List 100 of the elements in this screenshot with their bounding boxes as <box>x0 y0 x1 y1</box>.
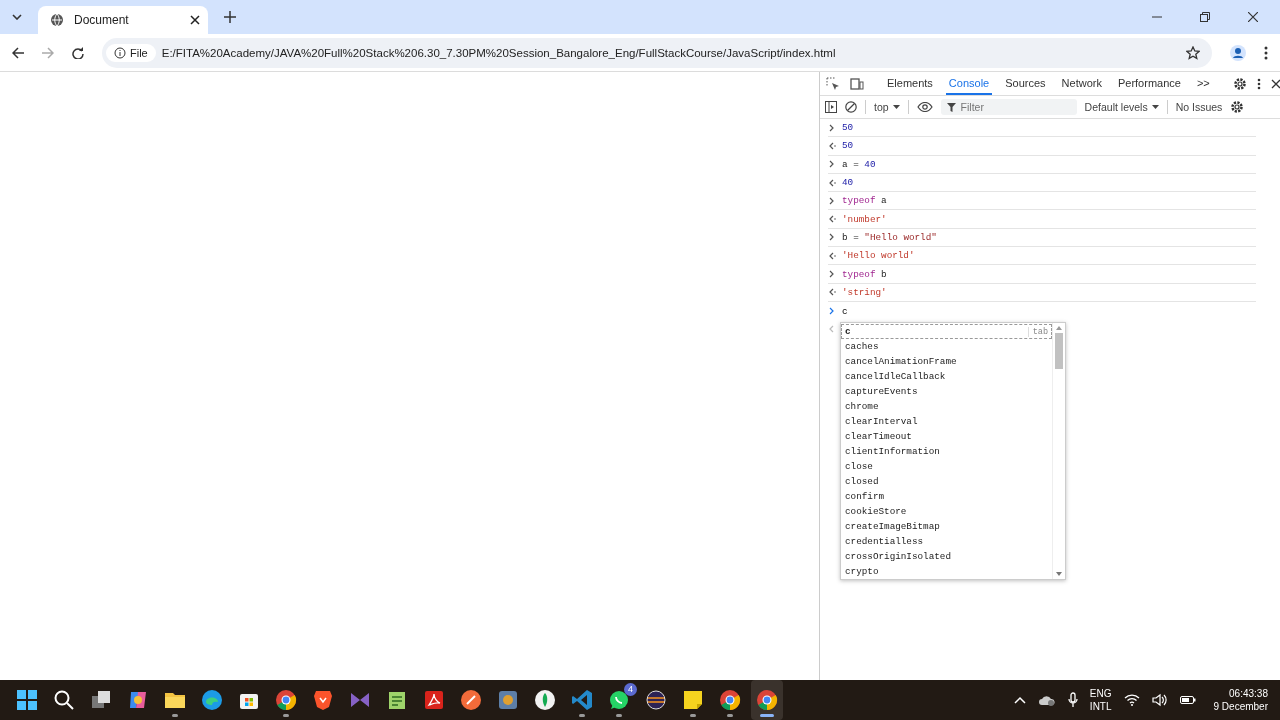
tab-title: Document <box>74 13 130 27</box>
devtools-tab[interactable]: Network <box>1058 72 1105 95</box>
scrollbar[interactable] <box>1052 323 1065 579</box>
suggestion-item[interactable]: crossOriginIsolated <box>841 549 1052 564</box>
more-icon[interactable] <box>1264 45 1268 60</box>
close-icon[interactable] <box>1270 78 1280 89</box>
microphone-icon[interactable] <box>1067 692 1078 708</box>
more-icon[interactable] <box>1256 77 1261 90</box>
result-arrow-icon <box>828 287 837 298</box>
wifi-icon[interactable] <box>1123 694 1140 706</box>
context-dropdown[interactable]: top <box>874 101 900 113</box>
globe-icon <box>50 13 64 27</box>
back-icon[interactable] <box>12 46 24 59</box>
restore-icon[interactable] <box>1200 12 1210 22</box>
result-arrow-icon <box>828 250 837 261</box>
settings-icon[interactable] <box>1230 100 1245 114</box>
result-arrow-icon <box>828 140 837 151</box>
inspect-icon[interactable] <box>826 76 840 91</box>
command-text: typeof a <box>842 195 887 207</box>
levels-dropdown[interactable]: Default levels <box>1084 101 1159 113</box>
suggestion-item[interactable]: clientInformation <box>841 444 1052 459</box>
console-prompt-input[interactable]: c <box>842 305 848 317</box>
more-tabs-button[interactable]: >> <box>1193 72 1213 95</box>
result-text: 50 <box>842 140 854 152</box>
suggestion-item[interactable]: createImageBitmap <box>841 519 1052 534</box>
forward-icon <box>42 46 54 59</box>
cloud-icon[interactable] <box>1037 694 1056 706</box>
eye-icon[interactable] <box>916 102 933 112</box>
scrollbar-thumb[interactable] <box>1055 333 1063 369</box>
suggestion-item[interactable]: closed <box>841 474 1052 489</box>
suggestion-item[interactable]: chrome <box>841 399 1052 414</box>
suggestion-item[interactable]: captureEvents <box>841 384 1052 399</box>
devtools-tab[interactable]: Sources <box>1002 72 1049 95</box>
result-arrow-icon <box>828 214 837 225</box>
chrome-icon[interactable] <box>718 688 742 712</box>
suggestion-item[interactable]: cancelIdleCallback <box>841 369 1052 384</box>
command-text: typeof b <box>842 268 887 280</box>
suggestion-item[interactable]: caches <box>841 339 1052 354</box>
result-text: 'number' <box>842 213 887 225</box>
command-text: 50 <box>842 122 854 134</box>
clock[interactable]: 06:43:38 9 December <box>1213 687 1268 713</box>
devtools-tab[interactable]: Elements <box>884 72 936 95</box>
settings-icon[interactable] <box>1232 76 1247 91</box>
notification-badge: 4 <box>624 683 637 696</box>
suggestion-item[interactable]: credentialless <box>841 534 1052 549</box>
speaker-icon[interactable] <box>1151 693 1168 707</box>
result-arrow-icon <box>828 177 837 188</box>
tab-list-icon[interactable] <box>12 14 22 20</box>
new-tab-icon[interactable] <box>224 11 236 23</box>
chat-bubble-icon[interactable] <box>607 688 631 712</box>
command-text: b = "Hello world" <box>842 231 937 243</box>
close-icon[interactable] <box>190 15 200 25</box>
search-icon[interactable] <box>52 688 76 712</box>
pdf-icon[interactable] <box>422 688 446 712</box>
devtools-tab[interactable]: Console <box>945 72 993 95</box>
devtools-tab[interactable]: Performance <box>1114 72 1184 95</box>
site-info-button[interactable]: File <box>106 43 156 62</box>
caret-icon <box>1151 105 1159 109</box>
result-text: 'string' <box>842 286 887 298</box>
suggestion-item[interactable]: confirm <box>841 489 1052 504</box>
filter-box[interactable]: Filter <box>940 99 1077 115</box>
code-editor-icon[interactable] <box>570 688 594 712</box>
reload-icon[interactable] <box>72 46 84 59</box>
caret-icon <box>892 105 900 109</box>
result-text: 40 <box>842 177 854 189</box>
sidebar-icon[interactable] <box>825 101 837 113</box>
clear-console-icon[interactable] <box>845 101 857 113</box>
tab-hint: tab <box>1027 326 1048 337</box>
browser-tab[interactable]: Document <box>38 6 208 34</box>
suggestion-item[interactable]: cookieStore <box>841 504 1052 519</box>
edge-icon[interactable] <box>200 688 224 712</box>
filter-field[interactable]: Filter <box>960 101 1071 113</box>
battery-icon[interactable] <box>1179 695 1196 705</box>
media-player-icon[interactable] <box>496 688 520 712</box>
eclipse-icon[interactable] <box>644 688 668 712</box>
chrome-icon[interactable] <box>755 688 779 712</box>
close-icon[interactable] <box>1248 12 1258 22</box>
profile-icon[interactable] <box>1230 44 1246 61</box>
issues-button[interactable]: No Issues <box>1175 101 1223 113</box>
suggestion-item[interactable]: clearTimeout <box>841 429 1052 444</box>
scroll-up-icon <box>1056 326 1062 330</box>
suggestion-item[interactable]: cancelAnimationFrame <box>841 354 1052 369</box>
result-text: 'Hello world' <box>842 250 915 262</box>
suggestion-item[interactable]: c tab <box>841 324 1052 339</box>
suggestion-item[interactable]: close <box>841 459 1052 474</box>
suggestion-item[interactable]: crypto <box>841 564 1052 579</box>
suggestion-item[interactable]: clearInterval <box>841 414 1052 429</box>
address-bar[interactable]: File E:/FITA%20Academy/JAVA%20Full%20Stack%206.30_7.30PM%20Session_Bangalore_Eng/FullStackCourse/JavaScript/index.html <box>102 37 1212 68</box>
filter-icon <box>946 102 956 112</box>
windows-logo-icon[interactable] <box>15 688 39 712</box>
sticky-note-icon[interactable] <box>681 688 705 712</box>
scroll-down-icon <box>1056 572 1062 576</box>
command-text: a = 40 <box>842 158 876 170</box>
chevron-up-icon[interactable] <box>1013 696 1026 704</box>
device-icon[interactable] <box>850 77 864 90</box>
leaf-icon[interactable] <box>533 688 557 712</box>
info-icon <box>114 46 126 59</box>
language-indicator[interactable]: ENG INTL <box>1089 687 1112 713</box>
chrome-icon[interactable] <box>274 688 298 712</box>
bookmark-star-icon[interactable] <box>1186 45 1200 60</box>
